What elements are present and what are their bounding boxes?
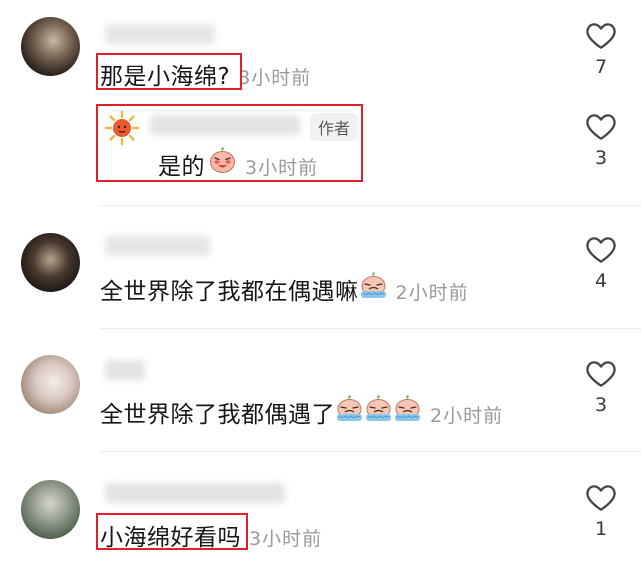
comment-item: 全世界除了我都在偶遇嘛 2小时前 4 — [0, 206, 641, 328]
comment-time: 3小时前 — [238, 67, 312, 89]
comment-time: 2小时前 — [430, 405, 504, 427]
like-button[interactable]: 3 — [583, 111, 619, 169]
crying-baby-emoji — [335, 395, 364, 422]
heart-outline-icon — [586, 114, 616, 140]
avatar[interactable] — [21, 17, 80, 76]
like-count: 7 — [594, 56, 608, 78]
comment-item: 那是小海绵? 3小时前 7 作者 是的 3小时前 3 — [0, 0, 641, 200]
crying-baby-emoji — [393, 395, 422, 422]
comment-time: 2小时前 — [395, 282, 469, 304]
comment-time: 3小时前 — [249, 528, 323, 550]
username-blurred[interactable] — [105, 236, 210, 256]
like-button[interactable]: 7 — [583, 20, 619, 78]
comment-item: 小海绵好看吗 3小时前 1 — [0, 452, 641, 571]
highlight-box — [96, 53, 242, 90]
highlight-box — [96, 513, 248, 550]
comment-item: 全世界除了我都偶遇了 2小时前 3 — [0, 329, 641, 451]
heart-outline-icon — [586, 237, 616, 263]
like-button[interactable]: 1 — [583, 482, 619, 540]
heart-outline-icon — [586, 361, 616, 387]
username-blurred[interactable] — [105, 360, 145, 380]
like-count: 3 — [594, 394, 608, 416]
avatar[interactable] — [21, 355, 80, 414]
crying-baby-emoji — [359, 272, 388, 299]
like-button[interactable]: 4 — [583, 234, 619, 292]
username-blurred[interactable] — [105, 483, 285, 503]
crying-baby-emoji — [364, 395, 393, 422]
username-blurred[interactable] — [105, 24, 215, 44]
like-button[interactable]: 3 — [583, 358, 619, 416]
heart-outline-icon — [586, 23, 616, 49]
comment-text: 全世界除了我都在偶遇嘛 — [100, 279, 359, 305]
like-count: 3 — [594, 147, 608, 169]
heart-outline-icon — [586, 485, 616, 511]
highlight-box — [96, 104, 363, 182]
comment-text-row[interactable]: 全世界除了我都在偶遇嘛 2小时前 — [100, 272, 469, 306]
comment-text-row[interactable]: 全世界除了我都偶遇了 2小时前 — [100, 395, 503, 429]
avatar[interactable] — [21, 480, 80, 539]
like-count: 4 — [594, 270, 608, 292]
avatar[interactable] — [21, 233, 80, 292]
like-count: 1 — [594, 518, 608, 540]
comment-text: 全世界除了我都偶遇了 — [100, 402, 335, 428]
